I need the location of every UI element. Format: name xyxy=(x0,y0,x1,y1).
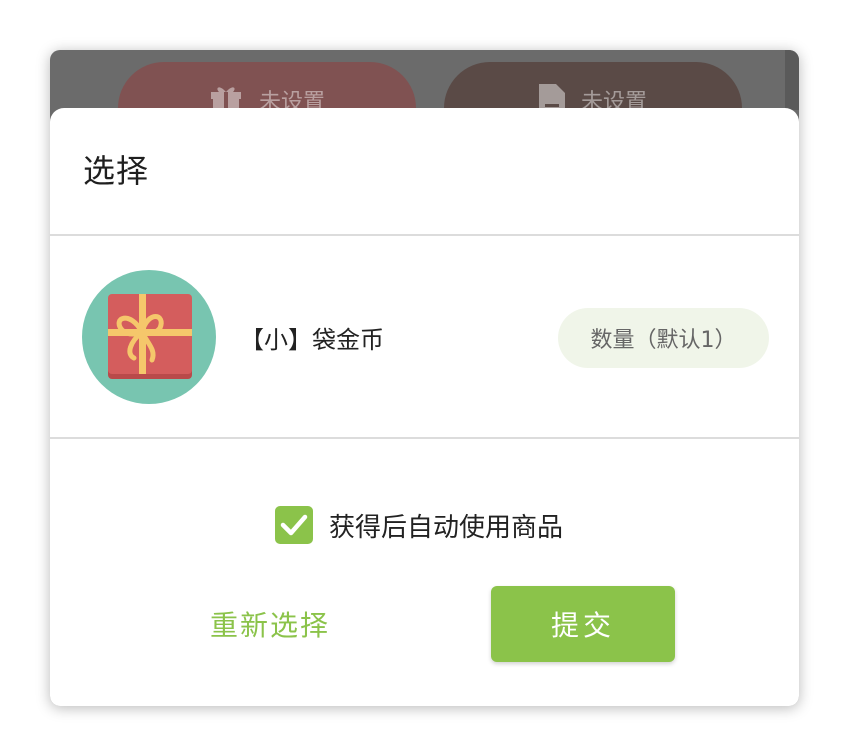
reselect-button[interactable]: 重新选择 xyxy=(190,586,350,662)
background-scrollbar xyxy=(785,50,799,110)
background-toolbar: 未设置 未设置 xyxy=(50,50,799,154)
auto-use-checkbox[interactable] xyxy=(275,506,313,544)
select-dialog: 选择 【小】袋金币 数量（默认1） 获得后自动使用商品 重新选择 提交 xyxy=(50,108,799,706)
divider-top xyxy=(50,234,799,236)
dialog-title: 选择 xyxy=(83,152,150,190)
app-window: 未设置 未设置 选择 【小】袋金币 数量（默认1） 获得后自动使用商品 重新选择… xyxy=(50,50,799,706)
auto-use-option[interactable]: 获得后自动使用商品 xyxy=(275,505,563,545)
divider-bottom xyxy=(50,437,799,439)
auto-use-label: 获得后自动使用商品 xyxy=(329,512,564,543)
item-name: 【小】袋金币 xyxy=(240,326,384,354)
gift-box-icon xyxy=(82,270,216,404)
quantity-input[interactable]: 数量（默认1） xyxy=(558,308,769,368)
checkmark-icon xyxy=(280,514,308,536)
submit-button[interactable]: 提交 xyxy=(491,586,675,662)
